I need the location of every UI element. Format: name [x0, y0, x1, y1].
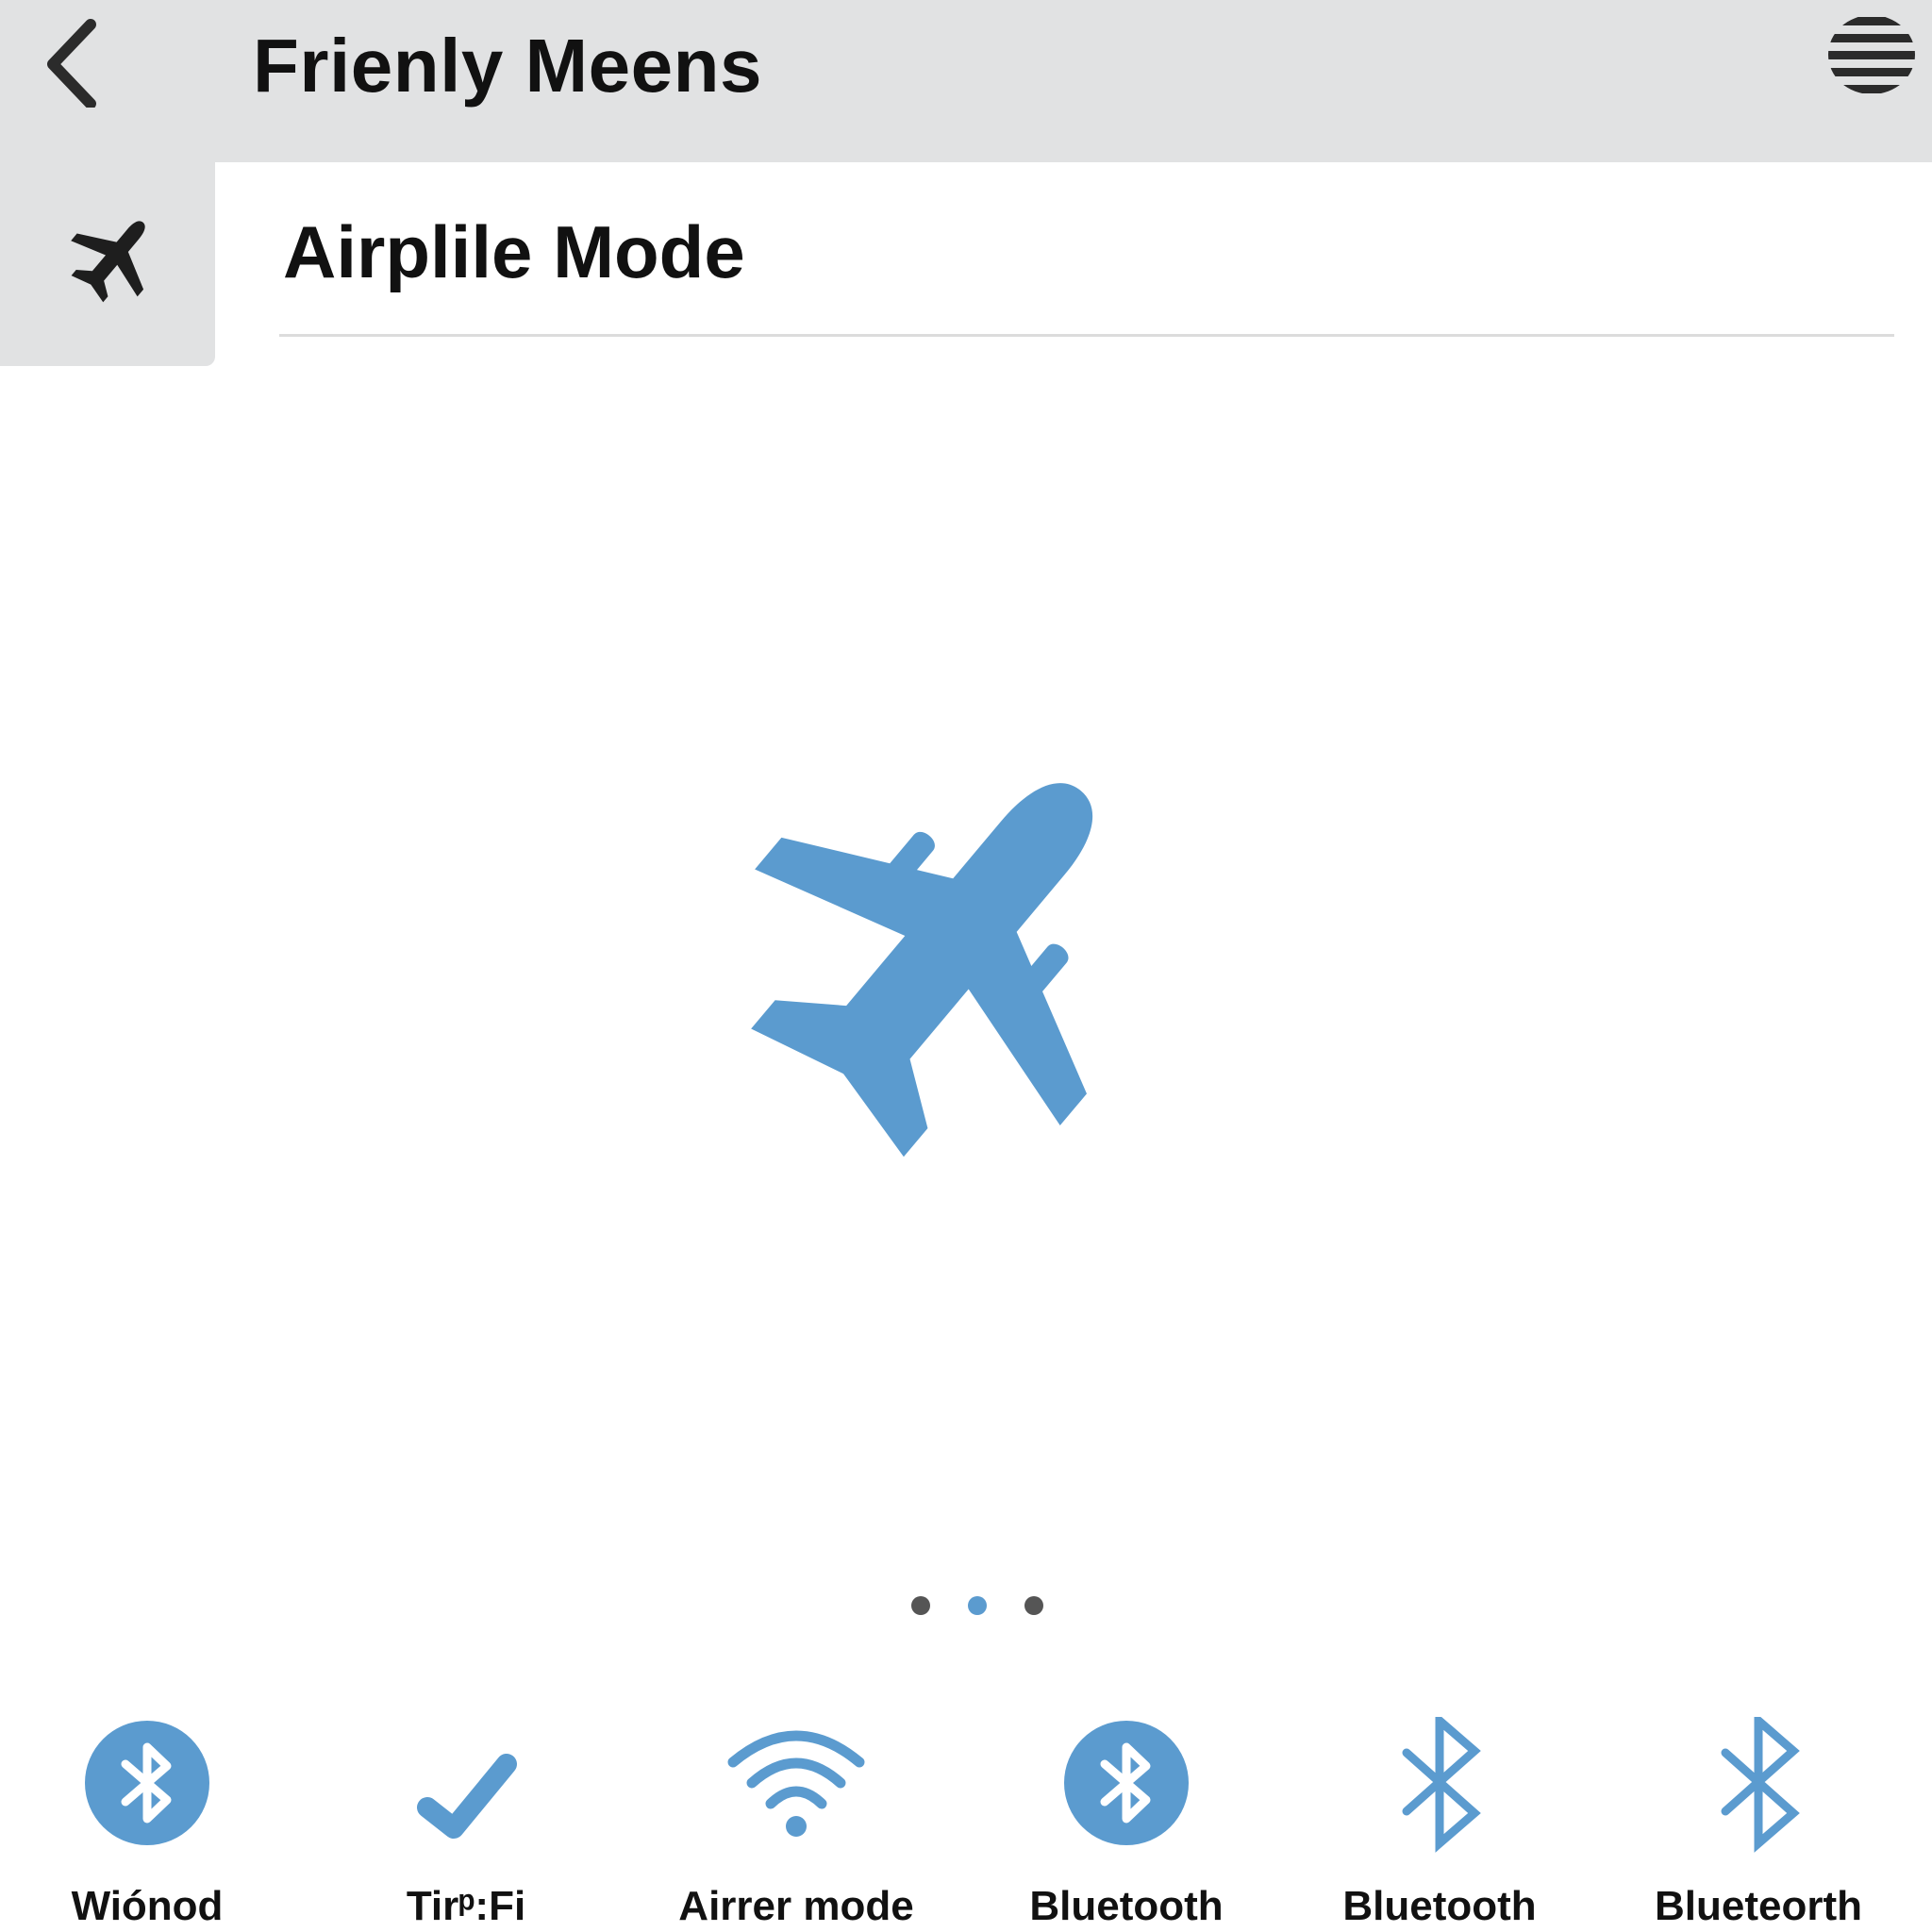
wifi-icon — [727, 1730, 865, 1837]
toggle-blueteorth[interactable]: Blueteorth — [1645, 1717, 1872, 1932]
sidebar-tab-airplane[interactable] — [0, 162, 215, 366]
toggle-airrer-mode[interactable]: Airrer mode — [678, 1717, 914, 1932]
top-bar: Frienly Meens — [0, 0, 1932, 162]
app-title: Frienly Meens — [253, 24, 763, 108]
page-dot[interactable] — [1024, 1596, 1043, 1615]
bluetooth-circle-icon — [1064, 1721, 1189, 1845]
page-dot-active[interactable] — [968, 1596, 987, 1615]
divider — [279, 334, 1894, 337]
bluetooth-icon — [1721, 1717, 1800, 1853]
chevron-left-icon — [47, 19, 96, 109]
toggle-label: Bluetooth — [1342, 1883, 1537, 1929]
toggle-bluetooth[interactable]: Bluetooth — [1326, 1717, 1553, 1932]
toggle-wionod[interactable]: Wiónod — [34, 1717, 260, 1932]
toggle-tirfi[interactable]: Tirᵖ:Fi — [353, 1717, 579, 1932]
toggle-label: Airrer mode — [678, 1883, 914, 1929]
toggle-label: Bluetooth — [1029, 1883, 1224, 1929]
back-button[interactable] — [38, 13, 113, 109]
screen: Frienly Meens Airplile Mode Wiónod Tirᵖ:… — [0, 0, 1932, 1932]
hamburger-menu-icon — [1828, 17, 1915, 93]
checkmark-icon — [417, 1754, 517, 1839]
bluetooth-circle-icon — [85, 1721, 209, 1845]
airplane-icon — [751, 783, 1093, 1158]
airplane-icon — [71, 221, 145, 303]
section-title: Airplile Mode — [283, 210, 745, 293]
toggle-label: Tirᵖ:Fi — [406, 1883, 526, 1929]
bluetooth-icon — [1402, 1717, 1481, 1853]
toggle-bluetooth[interactable]: Bluetooth — [1013, 1717, 1240, 1932]
page-indicator — [906, 1594, 1043, 1617]
toggle-label: Wiónod — [71, 1883, 224, 1929]
menu-button[interactable] — [1826, 13, 1917, 96]
toggle-label: Blueteorth — [1655, 1883, 1862, 1929]
page-dot[interactable] — [911, 1596, 930, 1615]
